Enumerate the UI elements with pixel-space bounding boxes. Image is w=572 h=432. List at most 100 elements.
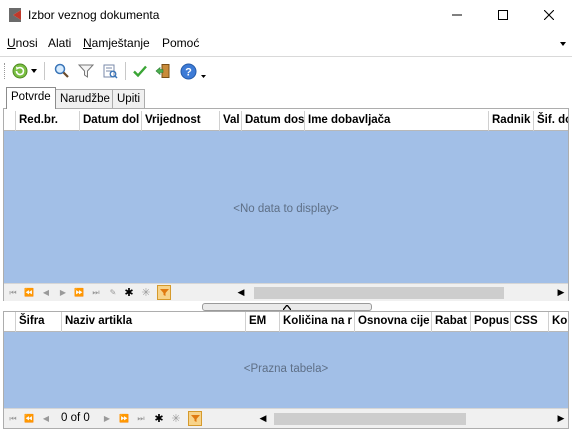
confirm-button[interactable] — [130, 61, 150, 81]
top-grid-panel: Red.br. Datum dol Vrijednost Val Datum d… — [3, 108, 569, 301]
menu-namjestanje-mnemonic: N — [83, 36, 92, 50]
close-button[interactable] — [526, 0, 572, 30]
scroll-right-icon[interactable]: ▶ — [554, 412, 568, 425]
column-header[interactable]: Rabat — [432, 312, 471, 332]
exit-button[interactable] — [153, 61, 173, 81]
toolbar-separator — [44, 62, 45, 80]
column-header[interactable]: Datum dos — [242, 111, 305, 131]
menu-overflow-arrow-icon[interactable] — [560, 42, 566, 46]
refresh-dropdown-button[interactable] — [29, 61, 39, 81]
refresh-button[interactable] — [10, 61, 30, 81]
previous-record-icon[interactable]: ◀ — [39, 411, 53, 426]
close-icon — [544, 10, 554, 20]
search-icon — [54, 63, 69, 78]
column-header[interactable]: Naziv artikla — [62, 312, 246, 332]
confirm-check-icon — [133, 65, 147, 78]
scroll-thumb[interactable] — [254, 287, 504, 299]
panel-splitter[interactable] — [202, 303, 372, 311]
column-header[interactable]: EM — [246, 312, 280, 332]
menu-namjestanje-label: amještanje — [91, 36, 150, 50]
toolbar: ? — [0, 56, 572, 84]
column-header[interactable]: Popus — [471, 312, 511, 332]
scroll-left-icon[interactable]: ◀ — [256, 412, 270, 425]
minimize-button[interactable] — [434, 0, 480, 30]
column-header[interactable]: Radnik — [489, 111, 534, 131]
append-record-icon[interactable]: ✳ — [139, 285, 153, 300]
menu-unosi[interactable]: Unosi — [7, 36, 38, 50]
append-record-icon[interactable]: ✳ — [169, 411, 183, 426]
exit-door-icon — [155, 64, 170, 78]
insert-record-icon[interactable]: ✱ — [122, 285, 136, 300]
scroll-left-icon[interactable]: ◀ — [234, 286, 248, 299]
next-page-icon[interactable]: ⏩ — [72, 285, 86, 300]
previous-page-icon[interactable]: ⏪ — [22, 285, 36, 300]
chevron-up-icon — [283, 304, 291, 310]
grid-filter-icon[interactable] — [188, 411, 202, 426]
last-page-icon[interactable]: ⏭ — [134, 411, 148, 426]
column-header[interactable]: Red.br. — [16, 111, 80, 131]
column-header[interactable]: Osnovna cije — [355, 312, 432, 332]
row-indicator-header — [4, 312, 16, 332]
bottom-grid-hscroll[interactable]: ◀ ▶ — [256, 412, 568, 425]
svg-text:?: ? — [185, 66, 192, 78]
bottom-grid-navigator: ⏮ ⏪ ◀ 0 of 0 ▶ ⏩ ⏭ ✱ ✳ ◀ ▶ — [4, 408, 568, 428]
column-header[interactable]: Ko — [549, 312, 568, 332]
tab-narudzbe[interactable]: Narudžbe — [55, 89, 115, 109]
toolbar-grip[interactable] — [4, 63, 7, 79]
help-button[interactable]: ? — [178, 61, 198, 81]
menu-unosi-mnemonic: U — [7, 36, 16, 50]
grid-filter-icon — [159, 289, 169, 296]
first-page-icon[interactable]: ⏮ — [6, 411, 20, 426]
first-page-icon[interactable]: ⏮ — [6, 285, 20, 300]
column-header[interactable]: Šifra — [16, 312, 62, 332]
menu-pomoc-label: Pomoć — [162, 36, 200, 50]
window-title: Izbor veznog dokumenta — [28, 8, 160, 22]
menu-namjestanje[interactable]: Namještanje — [83, 36, 150, 50]
bottom-grid-panel: Šifra Naziv artikla EM Količina na r Osn… — [3, 311, 569, 429]
grid-filter-icon — [190, 415, 200, 422]
empty-grid-message: <Prazna tabela> — [243, 363, 329, 375]
menu-pomoc[interactable]: Pomoć — [162, 36, 199, 50]
maximize-icon — [498, 10, 508, 20]
tab-potvrde[interactable]: Potvrde — [6, 87, 56, 109]
filter-icon — [78, 64, 94, 78]
previous-record-icon[interactable]: ◀ — [39, 285, 53, 300]
view-button[interactable] — [100, 61, 120, 81]
previous-page-icon[interactable]: ⏪ — [22, 411, 36, 426]
help-dropdown-button[interactable] — [198, 66, 208, 86]
top-grid-hscroll[interactable]: ◀ ▶ — [234, 286, 568, 299]
next-record-icon[interactable]: ▶ — [100, 411, 114, 426]
bottom-grid-body[interactable]: <Prazna tabela> — [4, 332, 568, 408]
column-header[interactable]: Količina na r — [280, 312, 355, 332]
maximize-button[interactable] — [480, 0, 526, 30]
grid-filter-icon[interactable] — [157, 285, 171, 300]
next-page-icon[interactable]: ⏩ — [117, 411, 131, 426]
scroll-right-icon[interactable]: ▶ — [554, 286, 568, 299]
minimize-icon — [452, 14, 462, 16]
bottom-grid-header: Šifra Naziv artikla EM Količina na r Osn… — [4, 312, 568, 332]
insert-record-icon[interactable]: ✱ — [152, 411, 166, 426]
column-header[interactable]: Ime dobavljača — [305, 111, 489, 131]
scroll-thumb[interactable] — [274, 413, 466, 425]
help-icon: ? — [180, 63, 196, 79]
filter-button[interactable] — [76, 61, 96, 81]
tab-upiti[interactable]: Upiti — [112, 89, 146, 109]
column-header[interactable]: Šif. do — [534, 111, 568, 131]
app-logo-icon — [9, 8, 21, 22]
column-header[interactable]: CSS — [511, 312, 549, 332]
last-page-icon[interactable]: ⏭ — [89, 285, 103, 300]
row-indicator-header — [4, 111, 16, 131]
column-header[interactable]: Vrijednost — [142, 111, 220, 131]
refresh-icon — [12, 63, 28, 79]
column-header[interactable]: Val — [220, 111, 242, 131]
search-button[interactable] — [52, 61, 72, 81]
menu-alati[interactable]: Alati — [48, 36, 71, 50]
menu-unosi-label: nosi — [15, 36, 38, 50]
tab-upiti-label: Upiti — [117, 93, 141, 105]
view-icon — [103, 64, 118, 79]
edit-record-icon[interactable]: ✎ — [106, 285, 120, 300]
record-count: 0 of 0 — [61, 412, 90, 424]
next-record-icon[interactable]: ▶ — [56, 285, 70, 300]
column-header[interactable]: Datum dol — [80, 111, 142, 131]
top-grid-body[interactable]: <No data to display> — [4, 131, 568, 283]
